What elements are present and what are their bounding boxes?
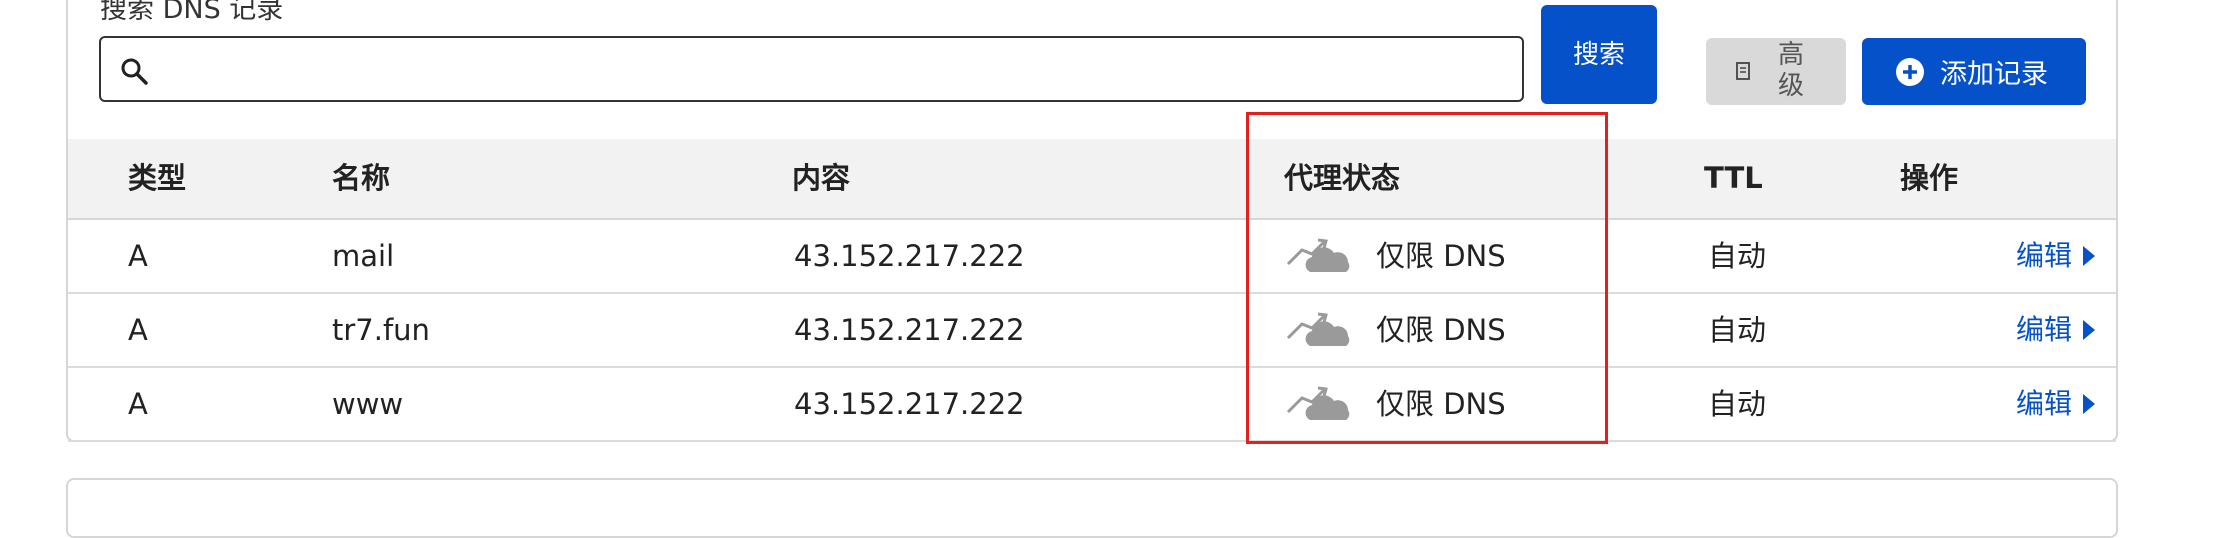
record-content: 43.152.217.222 (794, 313, 1025, 347)
dns-only-cloud-icon (1286, 238, 1350, 272)
proxy-status-label: 仅限 DNS (1376, 239, 1506, 273)
table-row[interactable]: A www 43.152.217.222 仅限 DNS 自动 编辑 (68, 368, 2116, 442)
edit-label[interactable]: 编辑 (2016, 220, 2072, 292)
search-label: 搜索 DNS 记录 (100, 0, 284, 25)
advanced-button-label: 高级 (1777, 40, 1804, 101)
record-type: A (128, 239, 148, 273)
table-row[interactable]: A tr7.fun 43.152.217.222 仅限 DNS 自动 编辑 (68, 294, 2116, 368)
search-button-label: 搜索 (1573, 39, 1626, 70)
record-name: tr7.fun (332, 313, 430, 347)
secondary-panel (66, 478, 2118, 538)
caret-right-icon (2083, 320, 2095, 340)
edit-label[interactable]: 编辑 (2016, 368, 2072, 440)
record-name: mail (332, 239, 395, 273)
advanced-button[interactable]: 高级 (1706, 38, 1846, 105)
edit-link[interactable]: 编辑 (2016, 368, 2096, 440)
proxy-status-label: 仅限 DNS (1376, 387, 1506, 421)
add-record-button[interactable]: 添加记录 (1862, 38, 2086, 105)
search-input[interactable] (165, 44, 1509, 96)
caret-right-icon (2083, 394, 2095, 414)
edit-link[interactable]: 编辑 (2016, 220, 2096, 292)
edit-label[interactable]: 编辑 (2016, 294, 2072, 366)
table-header: 类型 名称 内容 代理状态 TTL 操作 (68, 139, 2116, 220)
search-field[interactable] (99, 36, 1524, 102)
edit-link[interactable]: 编辑 (2016, 294, 2096, 366)
document-icon (1736, 62, 1750, 80)
record-content: 43.152.217.222 (794, 387, 1025, 421)
record-ttl: 自动 (1708, 239, 1767, 273)
search-icon (121, 58, 148, 85)
record-type: A (128, 313, 148, 347)
proxy-status-label: 仅限 DNS (1376, 313, 1506, 347)
header-name[interactable]: 名称 (332, 139, 390, 218)
add-record-label: 添加记录 (1940, 59, 2048, 90)
header-content[interactable]: 内容 (792, 139, 850, 218)
record-content: 43.152.217.222 (794, 239, 1025, 273)
header-actions: 操作 (1900, 161, 1959, 195)
record-name: www (332, 387, 404, 421)
proxy-status: 仅限 DNS (1286, 220, 1506, 292)
header-proxy-status[interactable]: 代理状态 (1284, 139, 1400, 218)
header-ttl[interactable]: TTL (1704, 139, 1763, 218)
caret-right-icon (2083, 246, 2095, 266)
header-type[interactable]: 类型 (128, 139, 186, 218)
search-button[interactable]: 搜索 (1541, 5, 1657, 104)
table-row[interactable]: A mail 43.152.217.222 仅限 DNS 自动 编辑 (68, 220, 2116, 294)
dns-only-cloud-icon (1286, 312, 1350, 346)
record-ttl: 自动 (1708, 387, 1767, 421)
record-type: A (128, 387, 148, 421)
dns-only-cloud-icon (1286, 386, 1350, 420)
proxy-status: 仅限 DNS (1286, 294, 1506, 366)
record-ttl: 自动 (1708, 313, 1767, 347)
proxy-status: 仅限 DNS (1286, 368, 1506, 440)
plus-circle-icon (1896, 57, 1924, 86)
